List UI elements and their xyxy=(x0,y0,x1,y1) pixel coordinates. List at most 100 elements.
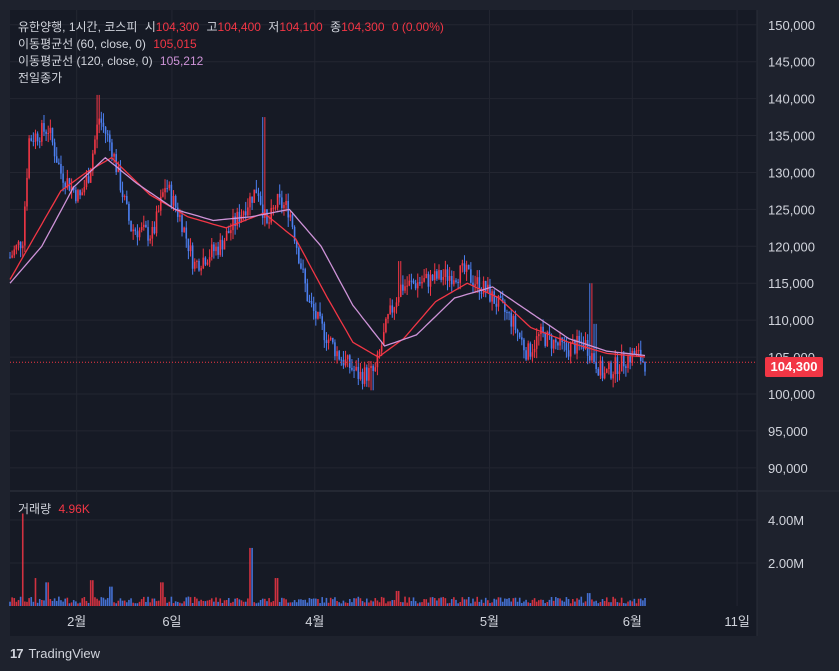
volume-bar xyxy=(287,602,290,606)
volume-bar xyxy=(622,602,625,606)
volume-bar xyxy=(215,597,217,606)
price-tick-label: 125,000 xyxy=(768,202,815,217)
volume-bar xyxy=(145,601,147,606)
volume-bar xyxy=(644,597,646,606)
prev-close-legend[interactable]: 전일종가 xyxy=(18,70,66,86)
volume-bar xyxy=(315,598,317,606)
ma60-legend[interactable]: 이동평균선 (60, close, 0) 105,015 xyxy=(18,36,201,52)
volume-bar xyxy=(372,601,374,606)
candle-body xyxy=(185,227,188,239)
candle-body xyxy=(368,368,370,381)
volume-bar xyxy=(555,597,557,606)
time-tick-label: 6일 xyxy=(162,614,181,629)
candle-body xyxy=(189,245,192,252)
candle-body xyxy=(476,277,479,285)
candle-body xyxy=(17,241,20,246)
volume-bar xyxy=(206,600,209,606)
volume-bar xyxy=(123,600,126,606)
volume-bar xyxy=(77,603,79,606)
candle-body xyxy=(145,224,147,228)
candle-body xyxy=(578,335,580,342)
candle-body xyxy=(423,278,425,282)
volume-bar xyxy=(51,600,54,606)
volume-bar xyxy=(404,596,406,606)
volume-bar xyxy=(210,598,213,606)
volume-bar xyxy=(552,600,555,606)
candle-body xyxy=(540,326,542,335)
volume-bar xyxy=(586,593,589,606)
candle-body xyxy=(448,275,451,281)
candle-body xyxy=(49,127,52,134)
volume-bar xyxy=(312,598,315,606)
candle-body xyxy=(591,353,593,361)
candle-body xyxy=(41,123,43,142)
ma120-value: 105,212 xyxy=(159,54,204,68)
candle-body xyxy=(13,249,16,256)
low-label: 저 xyxy=(268,20,280,34)
volume-bar xyxy=(196,598,198,606)
volume-bar xyxy=(584,601,587,606)
time-tick-label: 6월 xyxy=(623,614,642,629)
candle-body xyxy=(132,229,134,232)
volume-bar xyxy=(242,601,245,606)
candle-body xyxy=(289,214,292,218)
candle-body xyxy=(193,261,196,269)
candle-body xyxy=(75,190,77,202)
candle-body xyxy=(516,329,519,333)
candle-body xyxy=(109,134,111,143)
volume-bar xyxy=(24,601,26,606)
volume-bar xyxy=(393,600,396,606)
candle-body xyxy=(506,311,508,313)
candle-body xyxy=(635,350,638,355)
volume-bar xyxy=(389,601,391,606)
volume-bar xyxy=(208,599,211,606)
candle-body xyxy=(28,138,30,178)
volume-bar xyxy=(561,600,563,606)
candle-body xyxy=(470,269,472,283)
volume-bar xyxy=(285,599,287,606)
candle-body xyxy=(461,263,464,266)
volume-bar xyxy=(264,598,266,606)
candle-body xyxy=(395,302,398,308)
candle-body xyxy=(21,245,24,249)
candle-body xyxy=(334,342,336,357)
last-price-tag: 104,300 xyxy=(765,357,823,377)
volume-bar xyxy=(627,601,629,606)
footer-brand[interactable]: 17 TradingView xyxy=(10,646,100,661)
price-chart[interactable]: 150,000 145,000 140,000 135,000 130,000 125,0… xyxy=(0,0,839,671)
volume-tick-label: 2.00M xyxy=(768,556,804,571)
volume-bar xyxy=(81,598,84,606)
candle-body xyxy=(26,177,28,207)
candle-body xyxy=(227,231,230,234)
tradingview-logo-icon: 17 xyxy=(10,646,24,661)
candle-body xyxy=(174,195,177,208)
ma120-legend[interactable]: 이동평균선 (120, close, 0) 105,212 xyxy=(18,53,207,69)
candle-body xyxy=(9,257,11,259)
volume-bar xyxy=(571,599,574,606)
candle-body xyxy=(529,343,532,357)
volume-bar xyxy=(633,598,636,606)
candle-body xyxy=(62,173,64,183)
candle-body xyxy=(484,280,487,292)
volume-bar xyxy=(234,598,236,606)
volume-bar xyxy=(278,601,281,606)
candle-body xyxy=(372,365,374,372)
volume-bar xyxy=(374,598,377,606)
volume-bar xyxy=(631,601,634,606)
volume-bar xyxy=(308,597,311,606)
volume-legend[interactable]: 거래량 4.96K xyxy=(18,501,94,517)
candle-body xyxy=(32,140,35,142)
volume-bar xyxy=(117,600,120,606)
volume-bar xyxy=(614,598,617,606)
volume-bar xyxy=(482,602,485,606)
candle-body xyxy=(60,163,62,174)
price-tick-label: 110,000 xyxy=(768,313,814,328)
candle-body xyxy=(321,316,323,324)
volume-bar xyxy=(385,603,387,606)
volume-bar xyxy=(357,596,360,606)
candle-body xyxy=(414,283,417,289)
volume-bar xyxy=(274,578,277,606)
candle-body xyxy=(563,342,566,344)
volume-bar xyxy=(176,601,179,606)
volume-bar xyxy=(255,603,258,606)
